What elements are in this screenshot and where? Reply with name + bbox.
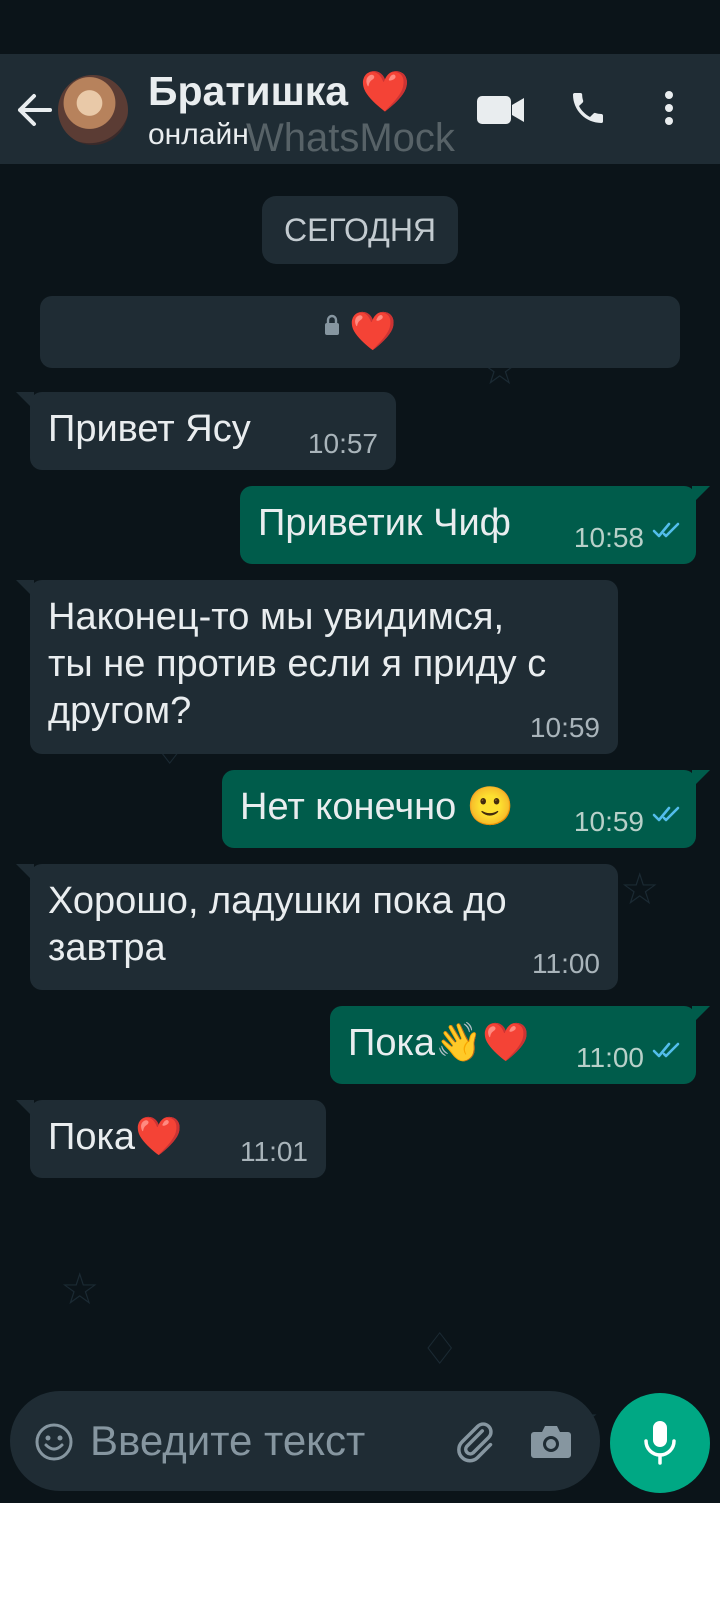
wallpaper-doodle: ♢: [420, 1325, 460, 1374]
chat-screen: Братишка❤️ онлайн WhatsMock ☆ ♢ ☆ ☆ ♢ ☆ …: [0, 0, 720, 1503]
message-text: Нет конечно: [240, 786, 457, 828]
message-incoming[interactable]: Наконец-то мы увидимся, ты не против есл…: [16, 580, 618, 754]
bubble-tail: [16, 864, 34, 882]
message-text: Привет Ясу: [48, 408, 251, 450]
double-check-icon: [652, 1025, 682, 1072]
message-time: 11:00: [576, 1042, 644, 1073]
wave-heart-emoji: 👋❤️: [435, 1022, 530, 1064]
date-divider: СЕГОДНЯ: [262, 196, 458, 264]
heart-emoji: ❤️: [360, 70, 410, 114]
message-text: Пока: [48, 1116, 136, 1158]
message-text-with-emoji: Пока❤️: [48, 1114, 182, 1161]
message-outgoing[interactable]: Приветик Чиф 10:58: [240, 486, 710, 564]
heart-emoji: ❤️: [135, 1116, 183, 1158]
chat-header: Братишка ❤️ онлайн WhatsMock: [0, 54, 720, 164]
wallpaper-doodle: ☆: [60, 1265, 100, 1314]
bubble-tail: [16, 392, 34, 410]
message-time: 10:59: [529, 712, 600, 743]
voice-call-icon[interactable]: [568, 88, 608, 133]
emoji-icon[interactable]: [34, 1422, 74, 1467]
bubble-tail: [692, 486, 710, 504]
bubble-tail: [16, 580, 34, 598]
lock-icon: [323, 296, 341, 368]
message-text: Приветик Чиф: [258, 502, 511, 544]
message-time: 11:01: [240, 1136, 308, 1167]
contact-name[interactable]: Братишка ❤️: [148, 68, 410, 115]
message-text-with-emoji: Пока👋❤️: [348, 1020, 530, 1067]
message-time: 10:57: [307, 428, 378, 459]
message-outgoing[interactable]: Нет конечно 🙂 10:59: [222, 770, 710, 848]
mic-icon: [644, 1421, 676, 1465]
double-check-icon: [652, 505, 682, 552]
message-incoming[interactable]: Пока❤️ 11:01: [16, 1100, 326, 1178]
double-check-icon: [652, 789, 682, 836]
mic-button[interactable]: [610, 1393, 710, 1493]
message-time: 11:00: [532, 948, 600, 979]
wallpaper-doodle: ☆: [620, 865, 660, 914]
encryption-banner[interactable]: ❤️: [40, 296, 680, 368]
camera-icon[interactable]: [530, 1423, 572, 1464]
message-input[interactable]: Введите текст: [90, 1417, 365, 1465]
message-time: 10:58: [573, 522, 644, 553]
message-text: Наконец-то мы увидимся, ты не против есл…: [48, 596, 547, 732]
message-text: Хорошо, ладушки пока до завтра: [48, 880, 507, 969]
more-vert-icon[interactable]: [664, 90, 674, 131]
message-time: 10:59: [573, 806, 644, 837]
bubble-tail: [16, 1100, 34, 1118]
attach-icon[interactable]: [452, 1419, 496, 1468]
message-list[interactable]: ☆ ♢ ☆ ☆ ♢ ☆ СЕГОДНЯ ❤️ Привет Ясу 10:57 …: [0, 164, 720, 1503]
video-call-icon[interactable]: [476, 94, 526, 131]
contact-name-text: Братишка: [148, 68, 349, 114]
contact-status: онлайн: [148, 118, 249, 151]
smile-emoji: 🙂: [466, 786, 515, 828]
bubble-tail: [692, 1006, 710, 1024]
message-text-with-emoji: Нет конечно 🙂: [240, 784, 514, 831]
contact-avatar[interactable]: [58, 75, 128, 145]
message-text: Пока: [348, 1022, 436, 1064]
message-incoming[interactable]: Привет Ясу 10:57: [16, 392, 396, 470]
bubble-tail: [692, 770, 710, 788]
message-incoming[interactable]: Хорошо, ладушки пока до завтра 11:00: [16, 864, 618, 990]
message-composer[interactable]: Введите текст: [10, 1391, 600, 1491]
watermark: WhatsMock: [246, 116, 455, 160]
banner-heart-emoji: ❤️: [349, 311, 397, 353]
message-outgoing[interactable]: Пока👋❤️ 11:00: [330, 1006, 710, 1084]
back-arrow-icon[interactable]: [14, 92, 54, 128]
status-bar: [0, 0, 720, 54]
